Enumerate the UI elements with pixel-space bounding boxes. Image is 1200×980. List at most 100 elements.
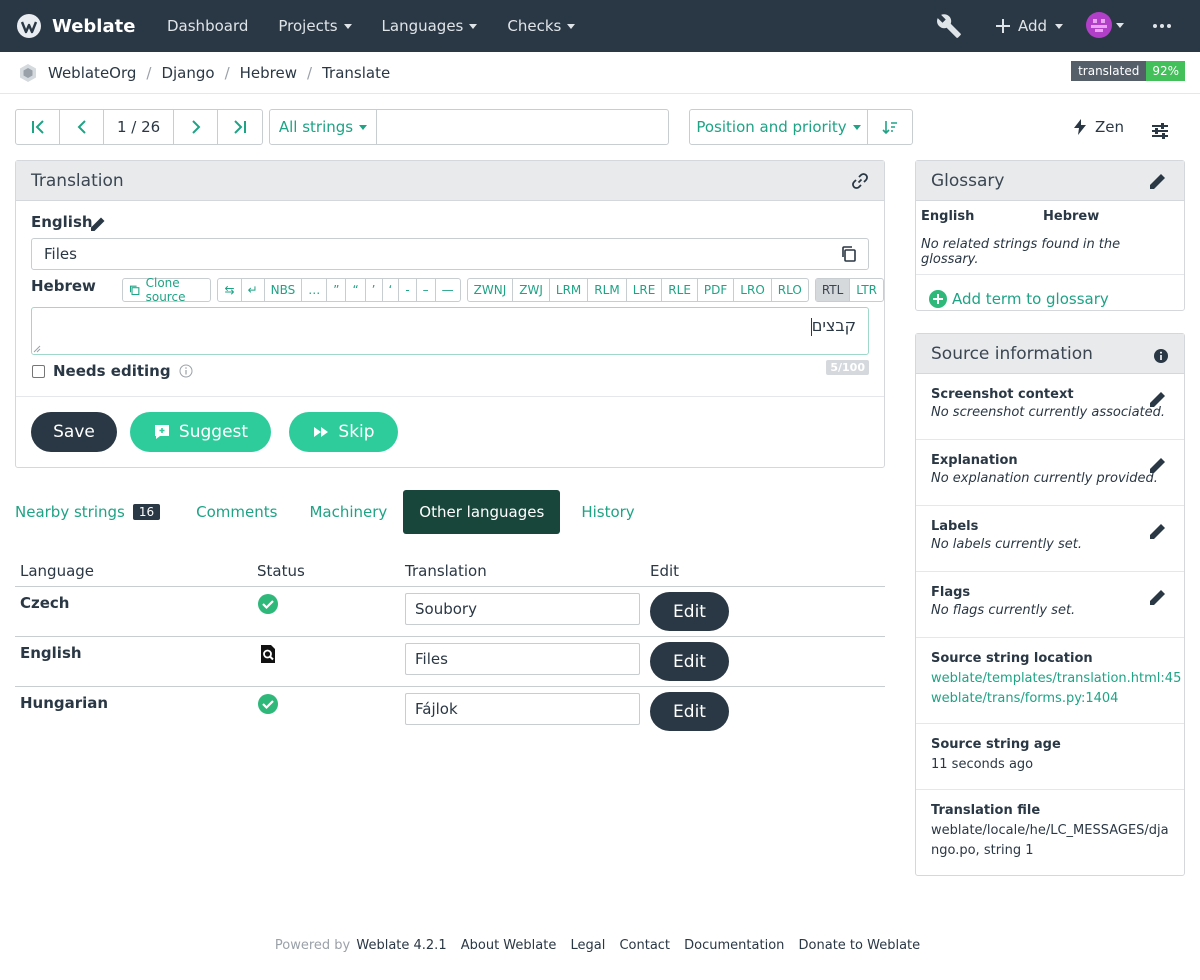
suggest-button[interactable]: Suggest — [130, 412, 271, 452]
copy-icon[interactable] — [840, 245, 858, 263]
char-button[interactable]: NBS — [265, 279, 303, 301]
char-button[interactable]: LRO — [734, 279, 772, 301]
checkbox[interactable] — [32, 364, 45, 378]
pencil-icon[interactable] — [1147, 520, 1169, 542]
table-row: Hungarian Fájlok Edit — [15, 687, 885, 737]
translation-input[interactable]: Fájlok — [405, 693, 640, 725]
breadcrumb-current[interactable]: Translate — [322, 64, 390, 82]
edit-cell: Edit — [650, 637, 885, 681]
first-icon — [31, 120, 44, 134]
edit-button[interactable]: Edit — [650, 642, 729, 681]
char-button[interactable]: … — [302, 279, 328, 301]
char-button[interactable]: – — [417, 279, 436, 301]
breadcrumb-language[interactable]: Hebrew — [240, 64, 297, 82]
info-icon[interactable] — [1153, 348, 1169, 364]
breadcrumb-org[interactable]: WeblateOrg — [48, 64, 136, 82]
char-button[interactable]: RLE — [662, 279, 698, 301]
tab-label: History — [581, 503, 635, 521]
wrench-icon[interactable] — [936, 13, 962, 39]
link-icon[interactable] — [851, 172, 869, 190]
language-cell[interactable]: Czech — [15, 587, 257, 612]
translation-input[interactable]: Files — [405, 643, 640, 675]
first-string-button[interactable] — [16, 110, 60, 144]
source-location-link[interactable]: weblate/trans/forms.py:1404 — [931, 689, 1169, 709]
language-cell[interactable]: English — [15, 637, 257, 662]
source-location-link[interactable]: weblate/templates/translation.html:45 — [931, 669, 1181, 689]
pencil-icon[interactable] — [88, 214, 108, 234]
brand-link[interactable]: Weblate — [16, 13, 138, 39]
pencil-icon[interactable] — [1147, 388, 1169, 410]
char-button[interactable]: ZWNJ — [468, 279, 514, 301]
char-button[interactable]: ‘ — [383, 279, 400, 301]
avatar[interactable] — [1086, 12, 1112, 38]
char-button[interactable]: PDF — [698, 279, 735, 301]
footer-link[interactable]: Contact — [619, 938, 670, 953]
settings-sliders-icon[interactable] — [1150, 121, 1170, 141]
language-cell[interactable]: Hungarian — [15, 687, 257, 712]
tab-nearby-strings[interactable]: Nearby strings 16 — [0, 490, 176, 534]
translation-file-item: Translation file weblate/locale/he/LC_ME… — [916, 790, 1184, 876]
labels-item: Labels No labels currently set. — [916, 506, 1184, 572]
char-button[interactable]: ” — [327, 279, 347, 301]
breadcrumb-project[interactable]: Django — [161, 64, 214, 82]
source-age-item: Source string age 11 seconds ago — [916, 724, 1184, 790]
sort-direction-button[interactable] — [868, 110, 912, 144]
char-button[interactable]: ’ — [366, 279, 383, 301]
resize-grip-icon[interactable] — [33, 345, 41, 353]
save-button[interactable]: Save — [31, 412, 117, 452]
edit-button[interactable]: Edit — [650, 592, 729, 631]
ltr-button[interactable]: LTR — [850, 279, 883, 301]
translation-input[interactable]: Soubory — [405, 593, 640, 625]
char-button[interactable]: ZWJ — [513, 279, 550, 301]
tab-other-languages[interactable]: Other languages — [403, 490, 561, 534]
edit-button[interactable]: Edit — [650, 692, 729, 731]
pencil-icon[interactable] — [1147, 454, 1169, 476]
footer-link[interactable]: Legal — [570, 938, 605, 953]
char-button[interactable]: - — [399, 279, 417, 301]
char-button[interactable]: “ — [346, 279, 366, 301]
char-button[interactable]: LRM — [550, 279, 589, 301]
next-string-button[interactable] — [174, 110, 219, 144]
sort-select[interactable]: Position and priority — [690, 110, 868, 144]
char-button[interactable]: ⇆ — [218, 279, 242, 301]
last-string-button[interactable] — [218, 110, 262, 144]
previous-string-button[interactable] — [60, 110, 104, 144]
rtl-button[interactable]: RTL — [815, 279, 851, 301]
nav-checks[interactable]: Checks — [492, 0, 590, 52]
more-options-icon[interactable] — [1150, 16, 1174, 36]
footer-link[interactable]: Documentation — [684, 938, 784, 953]
filter-select[interactable]: All strings — [270, 110, 377, 144]
translation-panel-header: Translation — [16, 161, 884, 201]
char-button[interactable]: — — [436, 279, 460, 301]
char-button[interactable]: ↵ — [242, 279, 265, 301]
nav-projects[interactable]: Projects — [263, 0, 366, 52]
nav-languages[interactable]: Languages — [367, 0, 493, 52]
char-button[interactable]: LRE — [627, 279, 663, 301]
tab-machinery[interactable]: Machinery — [293, 490, 403, 534]
info-icon[interactable] — [179, 364, 193, 378]
clone-source-button[interactable]: Clone source — [123, 276, 210, 304]
pencil-icon[interactable] — [1147, 170, 1169, 192]
translation-textarea[interactable]: קבצים — [31, 307, 869, 355]
source-information-panel: Source information Screenshot context No… — [915, 333, 1185, 876]
char-button[interactable]: RLO — [772, 279, 808, 301]
zen-mode-button[interactable]: Zen — [1073, 118, 1124, 136]
caret-down-icon — [852, 124, 861, 130]
search-input[interactable] — [377, 110, 668, 144]
tab-history[interactable]: History — [560, 490, 650, 534]
pencil-icon[interactable] — [1147, 586, 1169, 608]
footer-link[interactable]: Weblate 4.2.1 — [356, 938, 446, 953]
add-menu-button[interactable]: Add — [994, 0, 1064, 52]
caret-down-icon[interactable] — [1116, 23, 1124, 28]
footer-link[interactable]: About Weblate — [461, 938, 557, 953]
column-header: Language — [20, 562, 95, 580]
item-title: Flags — [931, 585, 971, 600]
nav-dashboard[interactable]: Dashboard — [152, 0, 263, 52]
char-button[interactable]: RLM — [588, 279, 627, 301]
skip-button[interactable]: Skip — [289, 412, 398, 452]
footer-link[interactable]: Donate to Weblate — [799, 938, 921, 953]
needs-editing-checkbox[interactable]: Needs editing — [31, 362, 193, 380]
translated-badge[interactable]: translated 92% — [1071, 61, 1185, 81]
tab-comments[interactable]: Comments — [180, 490, 293, 534]
add-glossary-term-button[interactable]: Add term to glossary — [916, 275, 1184, 309]
